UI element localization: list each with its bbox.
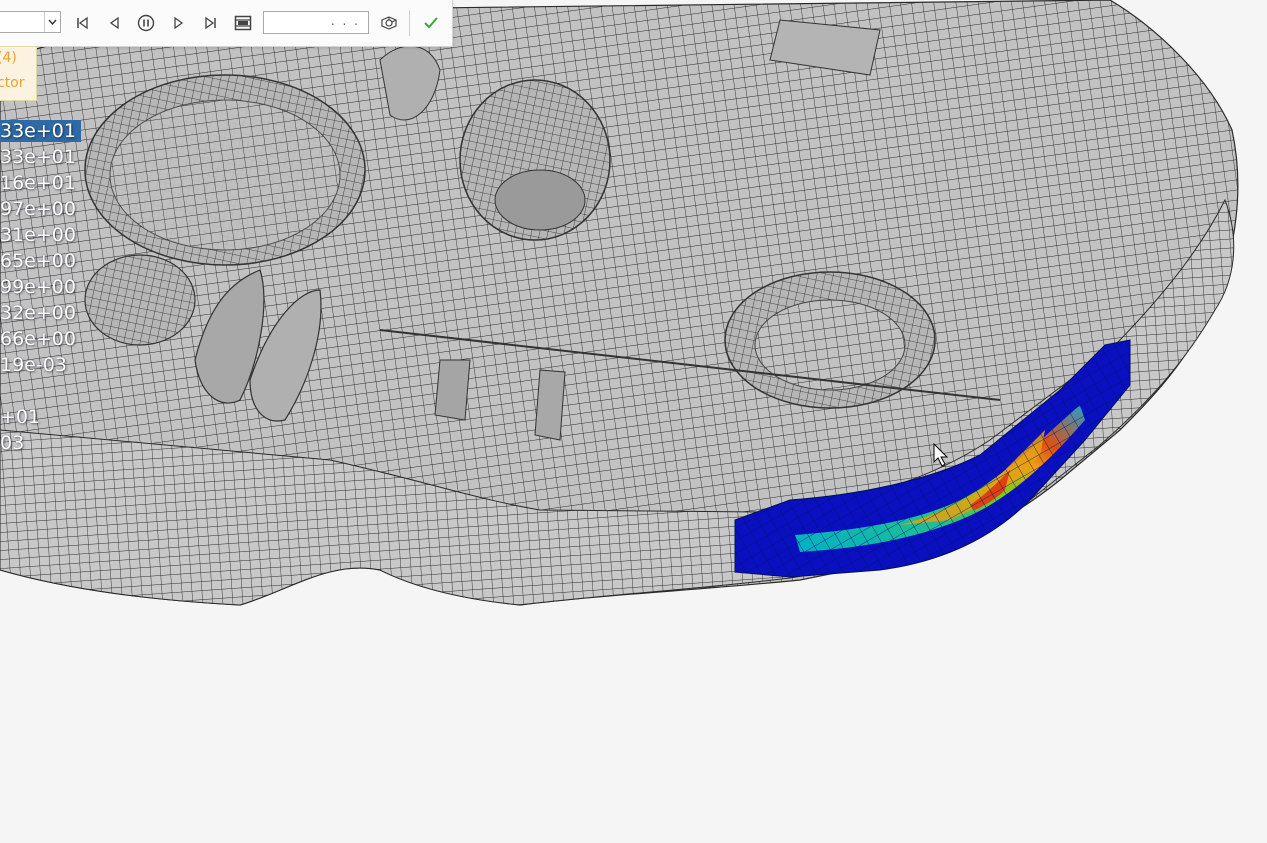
contour-value[interactable]: 33e+01 [0,146,76,168]
skip-to-last-button[interactable] [199,11,223,35]
max-value: +01 [0,406,41,428]
film-record-icon [234,15,252,31]
contour-value[interactable]: 99e+00 [0,276,76,298]
mesh-model[interactable] [0,0,1267,843]
skip-to-first-icon [77,16,88,30]
time-field[interactable]: . . . [263,11,369,34]
boss-left [84,254,196,346]
contour-value[interactable]: 97e+00 [0,198,76,220]
record-movie-button[interactable] [231,11,255,35]
step-back-icon [109,16,119,30]
model-viewport[interactable] [0,0,1267,843]
animation-toolbar: . . . [0,0,453,47]
contour-value[interactable]: 65e+00 [0,250,76,272]
step-forward-icon [174,16,184,30]
frame-select[interactable] [0,11,61,33]
min-value: 03 [0,432,25,454]
contour-value[interactable]: 33e+01 [0,120,81,142]
legend-header: (4) ctor [0,46,37,101]
pause-icon [137,14,155,32]
contour-value[interactable]: 19e-03 [0,354,67,376]
time-field-value: . . . [330,14,360,28]
contour-value[interactable]: 31e+00 [0,224,76,246]
animation-settings-icon [381,16,397,30]
apply-button[interactable] [419,11,443,35]
skip-to-first-button[interactable] [70,11,94,35]
toolbar-separator [409,10,410,36]
skip-to-last-icon [205,16,216,30]
contour-value[interactable]: 32e+00 [0,302,76,324]
animation-settings-button[interactable] [377,11,401,35]
contour-value[interactable]: 66e+00 [0,328,76,350]
pause-button[interactable] [134,11,158,35]
legend-step-label: (4) [0,50,17,66]
chevron-down-icon[interactable] [44,12,60,32]
legend-variable-label: ctor [0,75,25,91]
checkmark-icon [424,17,438,29]
step-back-button[interactable] [102,11,126,35]
contour-value[interactable]: 16e+01 [0,172,76,194]
step-forward-button[interactable] [167,11,191,35]
